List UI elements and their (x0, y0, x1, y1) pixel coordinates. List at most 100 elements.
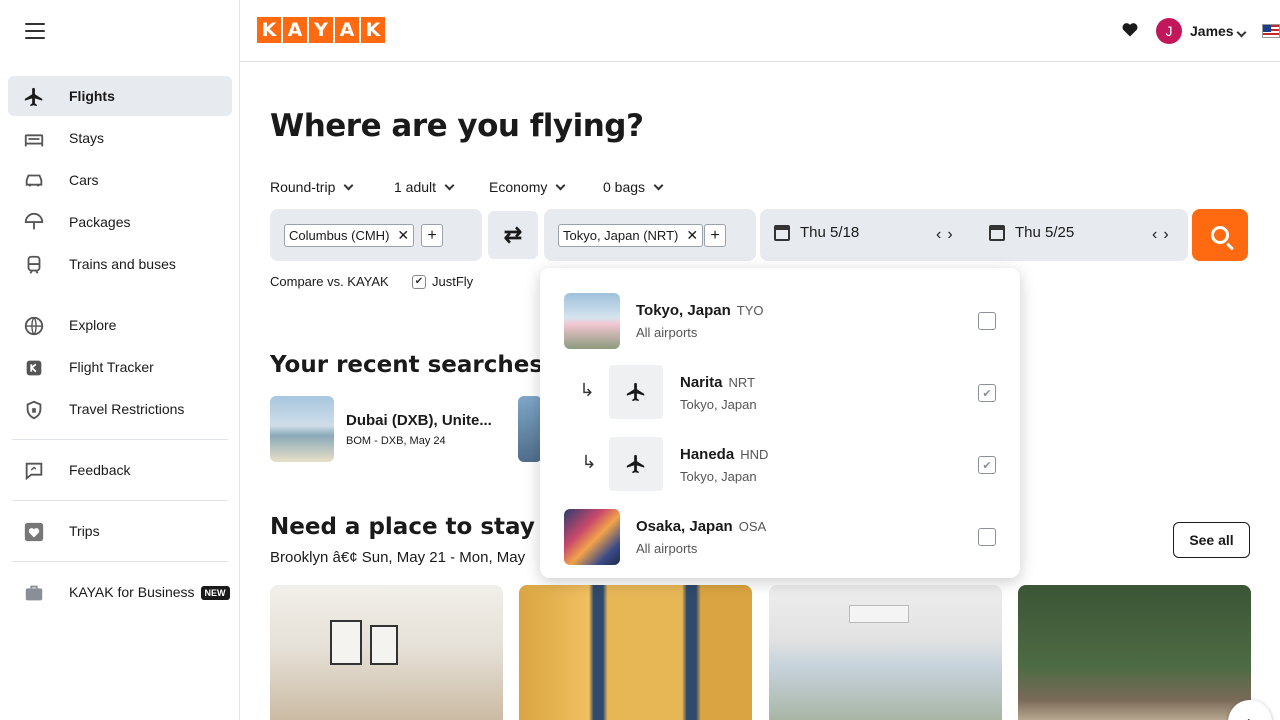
sub-arrow-icon: ↳ (581, 451, 597, 472)
sidebar-item-label: Feedback (69, 462, 131, 478)
chevron-down-icon (343, 180, 354, 190)
sidebar-item-flight-tracker[interactable]: Flight Tracker (8, 347, 232, 387)
sidebar-item-label: Travel Restrictions (69, 401, 185, 417)
search-icon (1211, 226, 1229, 244)
suggestion-code: HND (740, 447, 769, 462)
chevron-right-icon[interactable]: › (947, 226, 952, 244)
sidebar-divider (12, 561, 228, 562)
suggestion-city: Haneda (680, 446, 735, 463)
sidebar-item-business[interactable]: KAYAK for Business NEW (8, 572, 232, 612)
destination-chip[interactable]: Tokyo, Japan (NRT) ✕ (558, 224, 704, 247)
cabin-dropdown[interactable]: Economy (489, 175, 566, 199)
recent-search-sub: BOM - DXB, May 24 (346, 435, 446, 447)
user-menu[interactable]: James (1190, 23, 1247, 39)
compare-checkbox[interactable]: Compare vs. KAYAK (270, 274, 389, 289)
plane-icon (609, 365, 663, 419)
chevron-right-icon[interactable]: › (1163, 226, 1168, 244)
sidebar-item-travel-restrictions[interactable]: Travel Restrictions (8, 389, 232, 429)
close-icon[interactable]: ✕ (686, 227, 698, 244)
menu-icon[interactable] (24, 20, 46, 42)
chevron-left-icon[interactable]: ‹ (1152, 226, 1157, 244)
suggestion-sub: All airports (636, 325, 698, 340)
depart-value: Thu 5/18 (800, 224, 860, 241)
us-flag-icon[interactable] (1262, 24, 1280, 38)
heart-icon[interactable] (1120, 19, 1140, 45)
origin-chip[interactable]: Columbus (CMH) ✕ (284, 224, 415, 247)
sidebar-item-label: Explore (69, 317, 117, 333)
suggestion-checkbox[interactable] (978, 528, 996, 546)
heart-icon (22, 520, 46, 544)
sidebar-item-explore[interactable]: Explore (8, 305, 232, 345)
stay-card[interactable] (769, 585, 1002, 720)
add-destination-button[interactable]: + (704, 224, 726, 247)
sidebar-item-trips[interactable]: Trips (8, 511, 232, 551)
bags-dropdown[interactable]: 0 bags (603, 175, 664, 199)
partner-label: JustFly (432, 274, 474, 289)
chevron-left-icon[interactable]: ‹ (936, 226, 941, 244)
chevron-down-icon (653, 180, 664, 190)
check-icon[interactable]: ✔ (412, 274, 426, 289)
plane-icon (22, 85, 46, 109)
add-origin-button[interactable]: + (421, 224, 443, 247)
sidebar-item-feedback[interactable]: Feedback (8, 450, 232, 490)
shield-icon (22, 398, 46, 422)
sidebar-item-packages[interactable]: Packages (8, 202, 232, 242)
tracker-icon (22, 356, 46, 380)
depart-date-stepper[interactable]: ‹ › (936, 226, 953, 244)
sidebar-item-label: Trains and buses (69, 256, 176, 272)
calendar-icon (774, 224, 790, 241)
umbrella-icon (22, 211, 46, 235)
avatar[interactable]: J (1156, 18, 1182, 44)
recent-search-image[interactable] (518, 396, 542, 462)
suggestion-city: Osaka, Japan (636, 518, 733, 535)
stay-card[interactable] (270, 585, 503, 720)
travelers-value: 1 adult (394, 179, 437, 195)
tokyo-thumbnail (564, 293, 620, 349)
return-date[interactable]: Thu 5/25 (989, 224, 1074, 241)
osaka-thumbnail (564, 509, 620, 565)
sidebar-item-label: Flight Tracker (69, 359, 154, 375)
trip-type-dropdown[interactable]: Round-trip (270, 175, 354, 199)
suggestion-sub: Tokyo, Japan (680, 469, 757, 484)
return-date-stepper[interactable]: ‹ › (1152, 226, 1169, 244)
bed-icon (22, 127, 46, 151)
sidebar-item-flights[interactable]: Flights (8, 76, 232, 116)
suggestion-narita[interactable]: Narita NRT (680, 374, 755, 391)
depart-date[interactable]: Thu 5/18 (774, 224, 859, 241)
suggestion-osaka[interactable]: Osaka, Japan OSA (636, 518, 766, 535)
recent-search-title[interactable]: Dubai (DXB), Unite... (346, 412, 492, 429)
suggestion-haneda[interactable]: Haneda HND (680, 446, 768, 463)
sidebar-item-cars[interactable]: Cars (8, 160, 232, 200)
stay-card[interactable] (1018, 585, 1251, 720)
bags-value: 0 bags (603, 179, 646, 195)
sidebar-divider (12, 500, 228, 501)
sidebar-divider (12, 439, 228, 440)
picture-frame (370, 625, 398, 665)
suggestion-checkbox[interactable]: ✔ (978, 456, 996, 474)
sidebar-item-trains[interactable]: Trains and buses (8, 244, 232, 284)
sidebar-item-label: Trips (69, 523, 100, 539)
see-all-button[interactable]: See all (1173, 522, 1250, 558)
stay-card[interactable] (519, 585, 752, 720)
suggestion-checkbox[interactable]: ✔ (978, 384, 996, 402)
feedback-icon (22, 459, 46, 483)
recent-search-image[interactable] (270, 396, 334, 462)
origin-value: Columbus (CMH) (289, 228, 390, 243)
suggestion-checkbox[interactable] (978, 312, 996, 330)
chevron-down-icon (1236, 27, 1247, 38)
plane-icon (609, 437, 663, 491)
sidebar-item-label-text: KAYAK for Business (69, 583, 195, 600)
close-icon[interactable]: ✕ (397, 227, 409, 244)
partner-checkbox[interactable]: ✔ JustFly (412, 274, 473, 289)
destination-suggestions: Tokyo, Japan TYO All airports ↳ Narita NRT… (540, 268, 1020, 578)
kayak-logo[interactable]: K A Y A K (257, 17, 385, 43)
recent-searches-title: Your recent searches (270, 352, 544, 378)
train-icon (22, 253, 46, 277)
picture-frame (330, 620, 362, 665)
search-button[interactable] (1192, 209, 1248, 261)
chevron-down-icon (555, 180, 566, 190)
suggestion-tokyo[interactable]: Tokyo, Japan TYO (636, 302, 763, 319)
sidebar-item-stays[interactable]: Stays (8, 118, 232, 158)
travelers-dropdown[interactable]: 1 adult (394, 175, 455, 199)
swap-button[interactable]: ⇄ (486, 209, 540, 261)
